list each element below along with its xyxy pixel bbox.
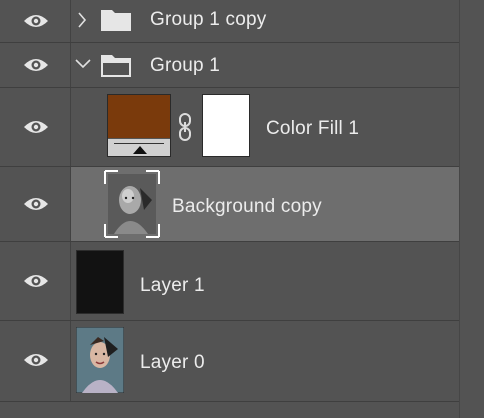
visibility-toggle[interactable] bbox=[0, 43, 71, 87]
black-layer-thumbnail[interactable] bbox=[76, 250, 124, 314]
eye-icon bbox=[24, 275, 48, 287]
eye-icon bbox=[24, 121, 48, 133]
layer-name: Layer 0 bbox=[140, 352, 205, 373]
layers-panel: Group 1 copy Group 1 Color Fill 1 Backgr… bbox=[0, 0, 484, 418]
layer-name: Color Fill 1 bbox=[266, 118, 360, 139]
panel-bottom-area bbox=[0, 402, 459, 418]
layer-mask-thumbnail[interactable] bbox=[202, 94, 250, 157]
visibility-toggle[interactable] bbox=[0, 242, 71, 320]
layer-row-layer-0[interactable]: Layer 0 bbox=[0, 321, 459, 402]
layer-row-color-fill-1[interactable]: Color Fill 1 bbox=[0, 88, 459, 167]
layer-row-group-1-copy[interactable]: Group 1 copy bbox=[0, 0, 459, 43]
link-icon[interactable] bbox=[177, 112, 193, 142]
layer-row-background-copy[interactable]: Background copy bbox=[0, 167, 459, 242]
fill-adjustment-bar bbox=[108, 138, 170, 156]
slider-triangle-icon bbox=[133, 146, 147, 154]
eye-icon bbox=[24, 59, 48, 71]
layer-name: Group 1 bbox=[150, 55, 221, 76]
visibility-toggle[interactable] bbox=[0, 88, 71, 166]
eye-icon bbox=[24, 354, 48, 366]
chevron-right-icon[interactable] bbox=[76, 10, 88, 30]
chevron-down-icon[interactable] bbox=[73, 57, 93, 71]
layer-name: Layer 1 bbox=[140, 275, 205, 296]
color-portrait-thumbnail[interactable] bbox=[76, 327, 124, 393]
layer-name: Group 1 copy bbox=[150, 9, 267, 30]
visibility-toggle[interactable] bbox=[0, 167, 71, 241]
layer-row-group-1[interactable]: Group 1 bbox=[0, 43, 459, 88]
layer-row-layer-1[interactable]: Layer 1 bbox=[0, 242, 459, 321]
color-fill-thumbnail[interactable] bbox=[107, 94, 171, 157]
layer-name: Background copy bbox=[172, 196, 322, 217]
eye-icon bbox=[24, 15, 48, 27]
folder-icon bbox=[101, 10, 131, 31]
portrait-thumbnail[interactable] bbox=[104, 170, 160, 238]
eye-icon bbox=[24, 198, 48, 210]
scrollbar-track[interactable] bbox=[459, 0, 484, 418]
visibility-toggle[interactable] bbox=[0, 0, 71, 42]
visibility-toggle[interactable] bbox=[0, 321, 71, 401]
open-folder-icon bbox=[101, 55, 131, 77]
